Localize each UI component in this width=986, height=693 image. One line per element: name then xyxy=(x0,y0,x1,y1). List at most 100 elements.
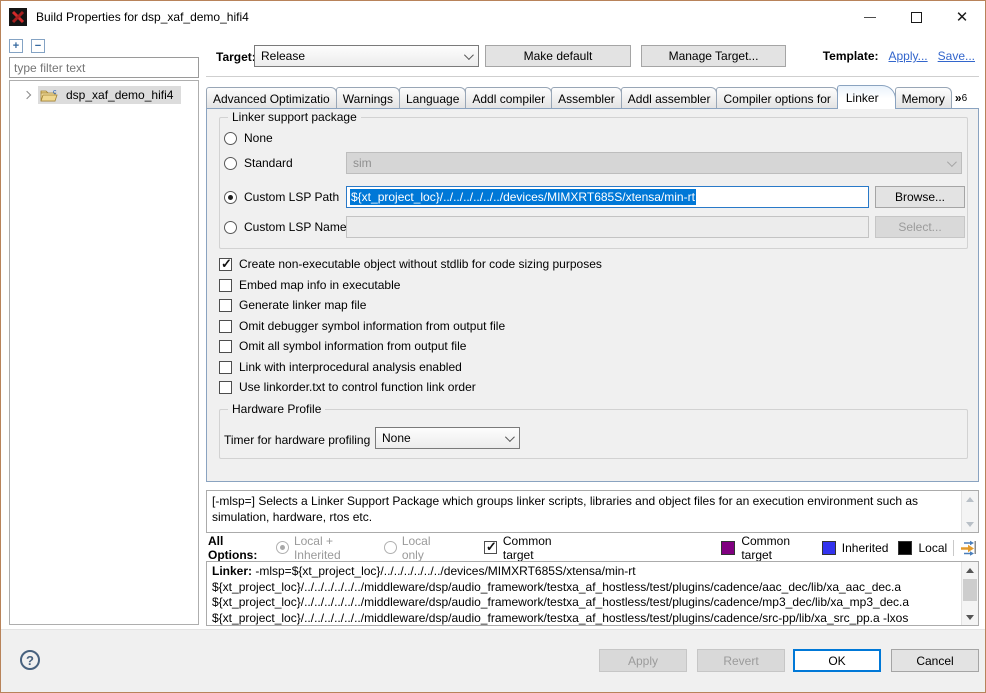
checkbox-label[interactable]: Create non-executable object without std… xyxy=(239,257,602,271)
linker-options-line: Linker: -mlsp=${xt_project_loc}/../../..… xyxy=(212,564,954,580)
maximize-button[interactable] xyxy=(893,1,939,33)
xtensa-xplorer-logo-icon xyxy=(9,8,27,26)
window-title: Build Properties for dsp_xaf_demo_hifi4 xyxy=(36,10,249,24)
legend-inherited-label: Inherited xyxy=(842,541,889,555)
tab-overflow-chevron[interactable]: »6 xyxy=(951,87,971,109)
scroll-up-icon[interactable] xyxy=(962,562,978,578)
common-target-checkbox[interactable] xyxy=(484,541,497,554)
hardware-profile-title: Hardware Profile xyxy=(228,402,325,416)
custom-lsp-path-radio[interactable] xyxy=(224,191,237,204)
timer-label: Timer for hardware profiling xyxy=(224,433,370,447)
checkbox-label[interactable]: Omit all symbol information from output … xyxy=(239,339,466,353)
scrollbar-thumb[interactable] xyxy=(963,579,977,601)
make-default-button[interactable]: Make default xyxy=(485,45,631,67)
radio-row-custom-path: Custom LSP Path xyxy=(224,190,339,204)
local-only-radio xyxy=(384,541,397,554)
standard-radio-label[interactable]: Standard xyxy=(244,156,293,170)
tab-bar: Advanced Optimizatio Warnings Language A… xyxy=(206,85,979,109)
timer-combobox[interactable]: None xyxy=(375,427,520,449)
chevron-down-icon xyxy=(505,432,515,442)
none-radio[interactable] xyxy=(224,132,237,145)
all-options-text-box[interactable]: Linker: -mlsp=${xt_project_loc}/../../..… xyxy=(206,561,979,626)
manage-target-button[interactable]: Manage Target... xyxy=(641,45,786,67)
omit-debugger-symbols-checkbox[interactable] xyxy=(219,320,232,333)
legend-local-swatch xyxy=(898,541,912,555)
tab-addl-assembler[interactable]: Addl assembler xyxy=(621,87,718,109)
tab-linker[interactable]: Linker xyxy=(837,85,896,109)
tree-item-label[interactable]: dsp_xaf_demo_hifi4 xyxy=(66,88,173,102)
checkbox-label[interactable]: Omit debugger symbol information from ou… xyxy=(239,319,505,333)
standard-radio[interactable] xyxy=(224,157,237,170)
none-radio-label[interactable]: None xyxy=(244,131,273,145)
tab-advanced-optimization[interactable]: Advanced Optimizatio xyxy=(206,87,337,109)
checkbox-label[interactable]: Link with interprocedural analysis enabl… xyxy=(239,360,462,374)
expand-all-icon[interactable]: + xyxy=(9,39,23,53)
local-inherited-radio xyxy=(276,541,289,554)
target-combobox[interactable]: Release xyxy=(254,45,479,67)
tab-warnings[interactable]: Warnings xyxy=(336,87,400,109)
wrap-text-icon[interactable] xyxy=(960,539,979,556)
titlebar: Build Properties for dsp_xaf_demo_hifi4 … xyxy=(1,1,985,33)
tree-row[interactable]: c dsp_xaf_demo_hifi4 xyxy=(10,85,198,105)
legend-common-target-swatch xyxy=(721,541,735,555)
separator xyxy=(206,76,979,77)
minimize-button[interactable] xyxy=(847,1,893,33)
option-help-box[interactable]: [-mlsp=] Selects a Linker Support Packag… xyxy=(206,490,979,533)
custom-lsp-path-input[interactable]: ${xt_project_loc}/../../../../../../devi… xyxy=(346,186,869,208)
checkbox-row: Omit debugger symbol information from ou… xyxy=(219,319,505,333)
scroll-down-icon[interactable] xyxy=(962,516,978,532)
custom-lsp-path-label[interactable]: Custom LSP Path xyxy=(244,190,339,204)
tab-compiler-options[interactable]: Compiler options for xyxy=(716,87,837,109)
checkbox-row: Link with interprocedural analysis enabl… xyxy=(219,360,462,374)
tab-memory[interactable]: Memory xyxy=(895,87,952,109)
checkbox-label[interactable]: Use linkorder.txt to control function li… xyxy=(239,380,476,394)
ok-button[interactable]: OK xyxy=(793,649,881,672)
select-button: Select... xyxy=(875,216,965,238)
template-save-link[interactable]: Save... xyxy=(938,49,975,63)
tab-assembler[interactable]: Assembler xyxy=(551,87,622,109)
scroll-down-icon[interactable] xyxy=(962,609,978,625)
checkbox-row: Create non-executable object without std… xyxy=(219,257,602,271)
checkbox-row: Omit all symbol information from output … xyxy=(219,339,466,353)
checkbox-row: Generate linker map file xyxy=(219,298,366,312)
build-properties-dialog: Build Properties for dsp_xaf_demo_hifi4 … xyxy=(0,0,986,693)
scroll-up-icon[interactable] xyxy=(962,491,978,507)
custom-lsp-name-label[interactable]: Custom LSP Name xyxy=(244,220,347,234)
browse-button[interactable]: Browse... xyxy=(875,186,965,208)
close-button[interactable]: ✕ xyxy=(939,1,985,33)
checkbox-label[interactable]: Embed map info in executable xyxy=(239,278,400,292)
option-help-text: [-mlsp=] Selects a Linker Support Packag… xyxy=(212,494,918,524)
radio-row-standard: Standard xyxy=(224,156,293,170)
stdlib-checkbox[interactable] xyxy=(219,258,232,271)
help-icon[interactable]: ? xyxy=(20,650,40,670)
chevron-down-icon xyxy=(464,50,474,60)
omit-all-symbols-checkbox[interactable] xyxy=(219,340,232,353)
chevron-down-icon xyxy=(947,157,957,167)
tab-addl-compiler[interactable]: Addl compiler xyxy=(465,87,552,109)
linkorder-checkbox[interactable] xyxy=(219,381,232,394)
help-scrollbar[interactable] xyxy=(961,491,978,532)
common-target-checkbox-label[interactable]: Common target xyxy=(503,534,573,562)
legend-local-label: Local xyxy=(918,541,947,555)
embed-map-checkbox[interactable] xyxy=(219,279,232,292)
checkbox-row: Embed map info in executable xyxy=(219,278,400,292)
checkbox-row: Use linkorder.txt to control function li… xyxy=(219,380,476,394)
ipa-checkbox[interactable] xyxy=(219,361,232,374)
linker-map-checkbox[interactable] xyxy=(219,299,232,312)
collapse-all-icon[interactable]: − xyxy=(31,39,45,53)
filter-input[interactable] xyxy=(9,57,199,78)
custom-lsp-name-radio[interactable] xyxy=(224,221,237,234)
options-scrollbar[interactable] xyxy=(961,562,978,625)
lsp-group-title: Linker support package xyxy=(228,110,361,124)
template-apply-link[interactable]: Apply... xyxy=(889,49,928,63)
checkbox-label[interactable]: Generate linker map file xyxy=(239,298,366,312)
chevron-right-icon[interactable] xyxy=(23,91,31,99)
cancel-button[interactable]: Cancel xyxy=(891,649,979,672)
radio-row-custom-name: Custom LSP Name xyxy=(224,220,347,234)
template-label: Template: xyxy=(823,49,879,63)
standard-lsp-combobox: sim xyxy=(346,152,962,174)
timer-value: None xyxy=(382,431,411,445)
linker-tab-panel: Linker support package None Standard sim… xyxy=(206,108,979,482)
tab-language[interactable]: Language xyxy=(399,87,466,109)
apply-button: Apply xyxy=(599,649,687,672)
